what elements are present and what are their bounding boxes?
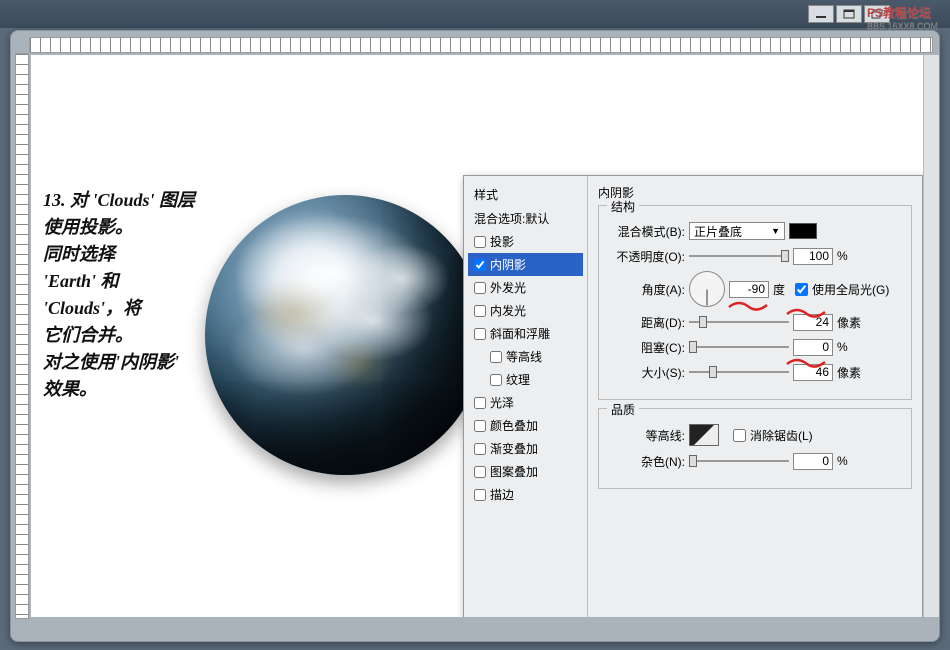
angle-label: 角度(A): — [607, 281, 685, 298]
styles-list: 样式 混合选项:默认 投影内阴影外发光内发光斜面和浮雕等高线纹理光泽颜色叠加渐变… — [464, 176, 588, 617]
color-swatch[interactable] — [789, 223, 817, 239]
style-checkbox[interactable] — [474, 259, 486, 271]
global-light-label: 使用全局光(G) — [812, 281, 889, 298]
size-label: 大小(S): — [607, 364, 685, 381]
earth-artwork — [205, 195, 485, 475]
style-label: 内发光 — [490, 302, 526, 319]
style-item-6[interactable]: 纹理 — [468, 368, 583, 391]
opacity-input[interactable]: 100 — [793, 248, 833, 265]
blending-options-row[interactable]: 混合选项:默认 — [468, 207, 583, 230]
style-label: 投影 — [490, 233, 514, 250]
style-checkbox[interactable] — [474, 282, 486, 294]
style-item-7[interactable]: 光泽 — [468, 391, 583, 414]
blend-mode-dropdown[interactable]: 正片叠底 ▼ — [689, 222, 785, 240]
panel-title: 内阴影 — [598, 184, 912, 201]
minimize-button[interactable] — [808, 5, 834, 23]
style-item-1[interactable]: 内阴影 — [468, 253, 583, 276]
vertical-ruler[interactable] — [15, 53, 29, 619]
style-label: 颜色叠加 — [490, 417, 538, 434]
angle-wheel[interactable] — [689, 271, 725, 307]
style-item-5[interactable]: 等高线 — [468, 345, 583, 368]
settings-panel: 内阴影 结构 混合模式(B): 正片叠底 ▼ 不透明度(O): — [588, 176, 922, 617]
style-label: 外发光 — [490, 279, 526, 296]
quality-title: 品质 — [607, 401, 639, 418]
quality-group: 品质 等高线: 消除锯齿(L) 杂色(N): 0 % — [598, 408, 912, 489]
structure-group: 结构 混合模式(B): 正片叠底 ▼ 不透明度(O): 100 % — [598, 205, 912, 400]
choke-input[interactable]: 0 — [793, 339, 833, 356]
size-input[interactable]: 46 — [793, 364, 833, 381]
watermark-line1: PS教程论坛 — [867, 6, 931, 20]
noise-label: 杂色(N): — [607, 453, 685, 470]
choke-unit: % — [837, 340, 855, 354]
watermark: PS教程论坛 BBS.16XX8.COM — [867, 4, 938, 31]
style-label: 内阴影 — [490, 256, 526, 273]
style-item-9[interactable]: 渐变叠加 — [468, 437, 583, 460]
handwritten-note: 13. 对 'Clouds' 图层 使用投影。 同时选择 'Earth' 和 '… — [43, 187, 223, 403]
opacity-unit: % — [837, 249, 855, 263]
style-checkbox[interactable] — [474, 236, 486, 248]
style-item-11[interactable]: 描边 — [468, 483, 583, 506]
noise-slider[interactable] — [689, 454, 789, 468]
style-label: 光泽 — [490, 394, 514, 411]
chevron-down-icon: ▼ — [771, 226, 780, 236]
style-label: 纹理 — [506, 371, 530, 388]
style-checkbox[interactable] — [490, 374, 502, 386]
choke-label: 阻塞(C): — [607, 339, 685, 356]
structure-title: 结构 — [607, 198, 639, 215]
angle-input[interactable]: -90 — [729, 281, 769, 298]
style-checkbox[interactable] — [474, 489, 486, 501]
style-label: 图案叠加 — [490, 463, 538, 480]
styles-header: 样式 — [468, 182, 583, 207]
style-checkbox[interactable] — [474, 420, 486, 432]
maximize-button[interactable] — [836, 5, 862, 23]
style-checkbox[interactable] — [490, 351, 502, 363]
distance-slider[interactable] — [689, 315, 789, 329]
opacity-label: 不透明度(O): — [607, 248, 685, 265]
style-item-2[interactable]: 外发光 — [468, 276, 583, 299]
size-slider[interactable] — [689, 365, 789, 379]
vertical-scrollbar[interactable] — [923, 55, 939, 617]
style-checkbox[interactable] — [474, 466, 486, 478]
distance-label: 距离(D): — [607, 314, 685, 331]
style-checkbox[interactable] — [474, 443, 486, 455]
contour-picker[interactable] — [689, 424, 719, 446]
horizontal-ruler[interactable] — [29, 37, 933, 53]
choke-slider[interactable] — [689, 340, 789, 354]
style-checkbox[interactable] — [474, 328, 486, 340]
document-window: 13. 对 'Clouds' 图层 使用投影。 同时选择 'Earth' 和 '… — [10, 30, 940, 642]
earth-clouds — [205, 195, 485, 475]
style-item-4[interactable]: 斜面和浮雕 — [468, 322, 583, 345]
window-titlebar — [0, 0, 950, 28]
blending-options-label: 混合选项:默认 — [474, 210, 549, 227]
style-item-8[interactable]: 颜色叠加 — [468, 414, 583, 437]
antialias-label: 消除锯齿(L) — [750, 427, 813, 444]
style-item-10[interactable]: 图案叠加 — [468, 460, 583, 483]
antialias-checkbox[interactable] — [733, 429, 746, 442]
style-label: 描边 — [490, 486, 514, 503]
style-item-3[interactable]: 内发光 — [468, 299, 583, 322]
distance-unit: 像素 — [837, 314, 861, 331]
contour-label: 等高线: — [607, 427, 685, 444]
style-label: 渐变叠加 — [490, 440, 538, 457]
style-checkbox[interactable] — [474, 397, 486, 409]
style-item-0[interactable]: 投影 — [468, 230, 583, 253]
global-light-checkbox[interactable] — [795, 283, 808, 296]
layer-style-dialog: 样式 混合选项:默认 投影内阴影外发光内发光斜面和浮雕等高线纹理光泽颜色叠加渐变… — [463, 175, 923, 617]
blend-mode-label: 混合模式(B): — [607, 223, 685, 240]
blend-mode-value: 正片叠底 — [694, 223, 742, 240]
opacity-slider[interactable] — [689, 249, 789, 263]
style-label: 斜面和浮雕 — [490, 325, 550, 342]
angle-unit: 度 — [773, 281, 791, 298]
size-unit: 像素 — [837, 364, 861, 381]
style-label: 等高线 — [506, 348, 542, 365]
distance-input[interactable]: 24 — [793, 314, 833, 331]
style-checkbox[interactable] — [474, 305, 486, 317]
noise-unit: % — [837, 454, 855, 468]
canvas[interactable]: 13. 对 'Clouds' 图层 使用投影。 同时选择 'Earth' 和 '… — [31, 55, 931, 617]
noise-input[interactable]: 0 — [793, 453, 833, 470]
